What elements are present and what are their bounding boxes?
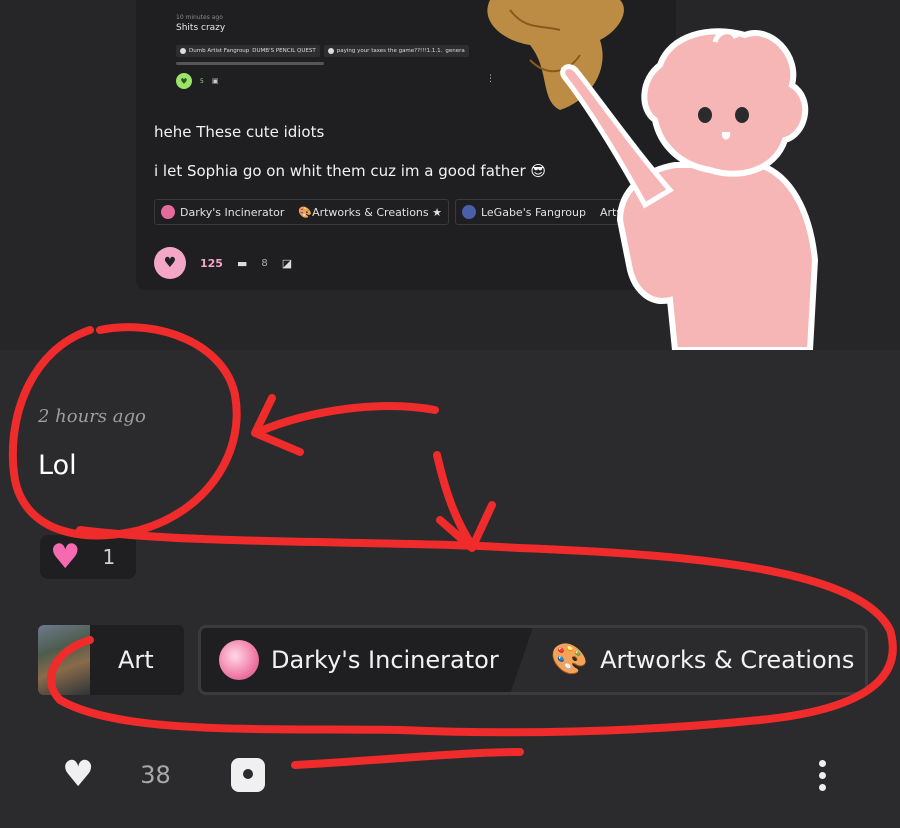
mini-heart-icon: ♥ <box>176 73 192 89</box>
mini-tag: Dumb Artist Fangroup DUMB'S PENCIL QUEST <box>176 45 320 57</box>
community-tag-artworks-creations[interactable]: 🎨 Artworks & Creations <box>533 628 865 692</box>
embedded-more-icon: ⋮ <box>632 243 646 259</box>
embedded-tag-extra: 🎨Artworks & Creations ★ <box>298 205 442 219</box>
embedded-share-icon: ◪ <box>281 256 293 270</box>
comment-icon: ▬ <box>236 256 248 270</box>
embedded-action-bar: ♥ 125 ▬ 8 ◪ <box>154 247 292 279</box>
community-tag-bar[interactable]: Darky's Incinerator 🎨 Artworks & Creatio… <box>198 625 868 695</box>
mini-share-icon: ▣ <box>211 77 219 85</box>
embedded-heart-icon: ♥ <box>154 247 186 279</box>
community-tag-label: Artworks & Creations <box>600 646 855 674</box>
community-avatar-icon <box>161 205 175 219</box>
embedded-post-line-2: i let Sophia go on whit them cuz im a go… <box>154 162 547 180</box>
palette-icon: 🎨 <box>550 642 589 677</box>
share-icon[interactable] <box>230 758 265 792</box>
folder-chip[interactable]: Art <box>38 625 184 695</box>
embedded-post-line-1: hehe These cute idiots <box>154 123 325 141</box>
community-avatar-icon <box>219 640 259 680</box>
embedded-comment-count: 8 <box>261 257 268 269</box>
mini-avatar-icon <box>327 48 334 54</box>
community-tag-label: Darky's Incinerator <box>271 646 499 674</box>
annotation-circle-timestamp <box>8 323 241 540</box>
reaction-count: 1 <box>102 545 116 569</box>
post-timestamp: 2 hours ago <box>38 406 146 427</box>
embedded-tag: Darky's Incinerator 🎨Artworks & Creation… <box>154 199 449 225</box>
mini-like-count: 5 <box>200 77 204 85</box>
like-button[interactable]: ♥ <box>62 757 94 793</box>
community-tag-darkys-incinerator[interactable]: Darky's Incinerator <box>201 628 533 692</box>
annotation-arrow-down <box>433 451 476 549</box>
reaction-chip[interactable]: ♥ 1 <box>40 535 136 579</box>
annotation-arrow-left <box>254 402 439 436</box>
embedded-like-count: 125 <box>200 256 223 270</box>
embedded-tag: LeGabe's Fangroup Artwo <box>454 199 640 225</box>
folder-label: Art <box>118 646 154 674</box>
like-count: 38 <box>140 761 171 789</box>
mini-action-bar: ♥ 5 ▣ <box>176 73 218 89</box>
embedded-post-card: 10 minutes ago Shits crazy Dumb Artist F… <box>136 0 676 290</box>
post-text: Lol <box>38 450 77 481</box>
community-avatar-icon <box>461 205 476 219</box>
mini-timestamp: 10 minutes ago <box>176 14 223 21</box>
embedded-screenshot: 10 minutes ago Shits crazy Dumb Artist F… <box>0 0 900 350</box>
mini-avatar-icon <box>180 48 186 54</box>
mini-scrollbar <box>176 62 324 65</box>
embedded-tag-extra: Artwo <box>599 205 633 219</box>
pink-heart-icon: ♥ <box>50 537 81 577</box>
folder-thumbnail <box>38 625 90 695</box>
mini-tag-bar: Dumb Artist Fangroup DUMB'S PENCIL QUEST … <box>176 45 469 57</box>
mini-tag: paying your taxes the game??!!!1.1.1. gen… <box>323 45 469 57</box>
embedded-tag-bar: Darky's Incinerator 🎨Artworks & Creation… <box>154 199 640 225</box>
more-options-icon[interactable] <box>819 759 826 791</box>
mini-post-text: Shits crazy <box>176 23 226 33</box>
mini-more-icon: ⋮ <box>486 74 495 84</box>
post-action-bar: ♥ 38 <box>62 750 842 800</box>
